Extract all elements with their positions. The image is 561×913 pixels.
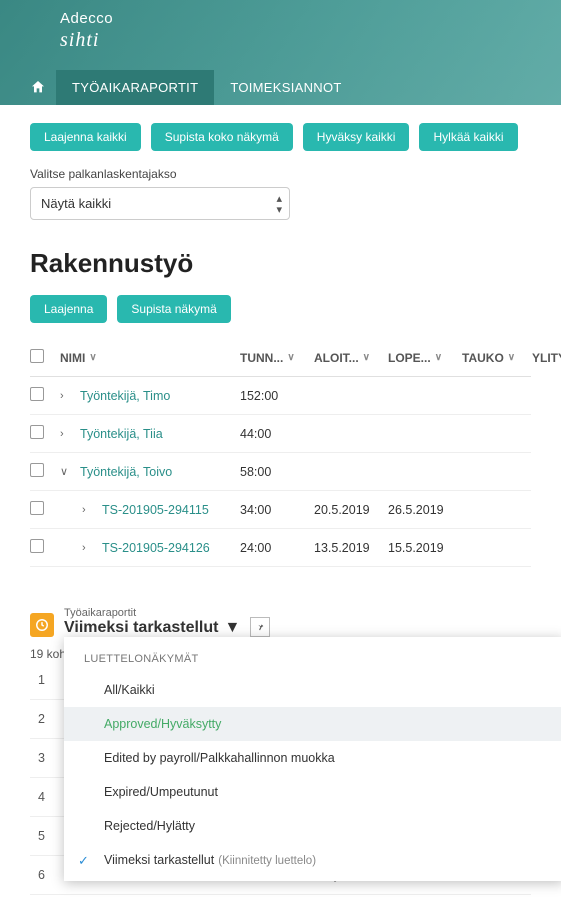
period-select-wrap: Näytä kaikki ▴▾	[30, 187, 290, 220]
sort-icon: ∨	[363, 352, 370, 363]
list-view-name: Viimeksi tarkastellut	[64, 619, 218, 637]
dropdown-item[interactable]: Approved/Hyväksytty	[64, 707, 561, 741]
dropdown-item-label: Rejected/Hylätty	[104, 819, 195, 833]
dropdown-item-label: Expired/Umpeutunut	[104, 785, 218, 799]
list-section-small: Työaikaraportit	[64, 607, 240, 619]
list-view-dropdown-trigger[interactable]: Viimeksi tarkastellut ▼	[64, 619, 240, 637]
period-select[interactable]: Näytä kaikki	[30, 187, 290, 220]
top-bar: Adecco sihti TYÖAIKARAPORTIT TOIMEKSIANN…	[0, 0, 561, 105]
row-checkbox[interactable]	[30, 387, 44, 401]
caret-down-icon: ▼	[224, 619, 240, 637]
sort-icon: ∨	[435, 352, 442, 363]
col-tauko[interactable]: TAUKO ∨	[462, 351, 532, 365]
pin-icon	[255, 622, 265, 632]
timesheet-table: NIMI ∨ TUNN... ∨ ALOIT... ∨ LOPE... ∨ TAUKO ∨…	[30, 339, 531, 567]
brand-adecco: Adecco	[60, 10, 113, 27]
timesheet-link[interactable]: TS-201905-294126	[102, 541, 210, 555]
expand-button[interactable]: Laajenna	[30, 295, 107, 323]
cell-start: 20.5.2019	[314, 503, 388, 517]
reject-all-button[interactable]: Hylkää kaikki	[419, 123, 517, 151]
cell-end: 26.5.2019	[388, 503, 462, 517]
col-lope-label: LOPE...	[388, 351, 431, 365]
col-ylity[interactable]: YLITY...∨	[532, 351, 561, 365]
dropdown-item-label: Viimeksi tarkastellut	[104, 853, 214, 867]
col-aloit[interactable]: ALOIT... ∨	[314, 351, 388, 365]
list-view-header: Työaikaraportit Viimeksi tarkastellut ▼	[30, 607, 531, 637]
dropdown-item[interactable]: ✓ Viimeksi tarkastellut (Kiinnitetty luett…	[64, 843, 561, 877]
clock-icon	[30, 613, 54, 637]
table-header-row: NIMI ∨ TUNN... ∨ ALOIT... ∨ LOPE... ∨ TAUKO ∨…	[30, 339, 531, 377]
approve-all-button[interactable]: Hyväksy kaikki	[303, 123, 410, 151]
list-view-section: Työaikaraportit Viimeksi tarkastellut ▼ …	[30, 607, 531, 895]
pin-button[interactable]	[250, 617, 270, 637]
sort-icon: ∨	[89, 352, 96, 363]
expand-all-button[interactable]: Laajenna kaikki	[30, 123, 141, 151]
col-tunn-label: TUNN...	[240, 351, 283, 365]
list-view-dropdown: LUETTELONÄKYMÄT All/Kaikki Approved/Hyväk…	[64, 637, 561, 881]
col-tauko-label: TAUKO	[462, 351, 504, 365]
chevron-right-icon[interactable]: ›	[82, 504, 94, 516]
page-title: Rakennustyö	[30, 248, 531, 279]
chevron-right-icon[interactable]: ›	[60, 390, 72, 402]
col-nimi[interactable]: NIMI ∨	[60, 351, 240, 365]
sort-icon: ∨	[508, 352, 515, 363]
employee-link[interactable]: Työntekijä, Toivo	[80, 465, 172, 479]
dropdown-item[interactable]: Edited by payroll/Palkkahallinnon muokka	[64, 741, 561, 775]
table-row: › Työntekijä, Tiia 44:00	[30, 415, 531, 453]
dropdown-item[interactable]: All/Kaikki	[64, 673, 561, 707]
timesheet-link[interactable]: TS-201905-294115	[102, 503, 209, 517]
dropdown-item[interactable]: Rejected/Hylätty	[64, 809, 561, 843]
table-child-row: › TS-201905-294115 34:00 20.5.2019 26.5.…	[30, 491, 531, 529]
col-tunn[interactable]: TUNN... ∨	[240, 351, 314, 365]
dropdown-item-suffix: (Kiinnitetty luettelo)	[218, 855, 316, 867]
dropdown-item[interactable]: Expired/Umpeutunut	[64, 775, 561, 809]
row-checkbox[interactable]	[30, 463, 44, 477]
brand-block: Adecco sihti	[60, 10, 113, 52]
main-nav: TYÖAIKARAPORTIT TOIMEKSIANNOT	[0, 69, 378, 105]
row-checkbox[interactable]	[30, 539, 44, 553]
home-icon	[30, 79, 46, 95]
content-area: Laajenna kaikki Supista koko näkymä Hyvä…	[0, 105, 561, 913]
tab-toimeksiannot[interactable]: TOIMEKSIANNOT	[214, 70, 357, 105]
col-lope[interactable]: LOPE... ∨	[388, 351, 462, 365]
employee-link[interactable]: Työntekijä, Timo	[80, 389, 170, 403]
employee-link[interactable]: Työntekijä, Tiia	[80, 427, 163, 441]
cell-hours: 44:00	[240, 427, 314, 441]
dropdown-header: LUETTELONÄKYMÄT	[64, 645, 561, 673]
chevron-right-icon[interactable]: ›	[60, 428, 72, 440]
tab-tyoaikaraportit[interactable]: TYÖAIKARAPORTIT	[56, 70, 214, 105]
global-actions-row: Laajenna kaikki Supista koko näkymä Hyvä…	[30, 123, 531, 151]
table-row: › Työntekijä, Timo 152:00	[30, 377, 531, 415]
row-checkbox[interactable]	[30, 425, 44, 439]
dropdown-item-label: All/Kaikki	[104, 683, 155, 697]
col-nimi-label: NIMI	[60, 351, 85, 365]
period-label: Valitse palkanlaskentajakso	[30, 167, 531, 181]
cell-start: 13.5.2019	[314, 541, 388, 555]
sort-icon: ∨	[287, 352, 294, 363]
table-child-row: › TS-201905-294126 24:00 13.5.2019 15.5.…	[30, 529, 531, 567]
collapse-button[interactable]: Supista näkymä	[117, 295, 230, 323]
col-ylity-label: YLITY...	[532, 351, 561, 365]
chevron-right-icon[interactable]: ›	[82, 542, 94, 554]
cell-hours: 58:00	[240, 465, 314, 479]
section-actions-row: Laajenna Supista näkymä	[30, 295, 531, 323]
select-all-checkbox[interactable]	[30, 349, 44, 363]
chevron-down-icon[interactable]: ∨	[60, 465, 72, 478]
check-icon: ✓	[78, 853, 89, 869]
collapse-all-button[interactable]: Supista koko näkymä	[151, 123, 293, 151]
brand-sihti: sihti	[60, 29, 113, 52]
cell-end: 15.5.2019	[388, 541, 462, 555]
cell-hours: 152:00	[240, 389, 314, 403]
table-row: ∨ Työntekijä, Toivo 58:00	[30, 453, 531, 491]
cell-hours: 24:00	[240, 541, 314, 555]
dropdown-item-label: Edited by payroll/Palkkahallinnon muokka	[104, 751, 335, 765]
cell-hours: 34:00	[240, 503, 314, 517]
home-button[interactable]	[20, 69, 56, 105]
col-aloit-label: ALOIT...	[314, 351, 359, 365]
row-checkbox[interactable]	[30, 501, 44, 515]
select-caret-icon: ▴▾	[276, 194, 282, 216]
dropdown-item-label: Approved/Hyväksytty	[104, 717, 221, 731]
